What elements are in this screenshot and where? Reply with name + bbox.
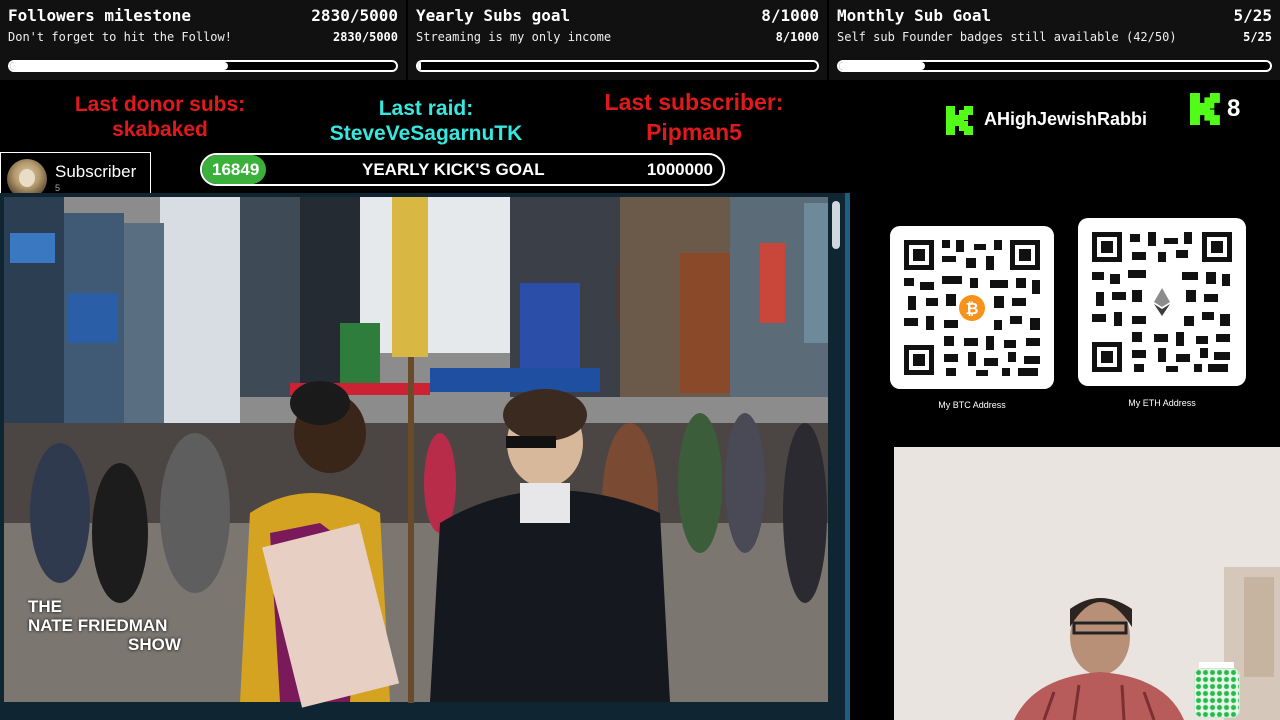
goal-progress-fill (418, 62, 422, 70)
goal-progress-bar (837, 60, 1272, 72)
subscriber-count: 5 (55, 183, 61, 193)
goal-count-secondary: 2830/5000 (332, 30, 398, 44)
video-watermark: THE NATE FRIEDMAN SHOW (28, 597, 181, 654)
goal-count-secondary: 5/25 (1243, 30, 1272, 44)
goal-title: Followers milestone (8, 6, 192, 25)
channel-name: AHighJewishRabbi (984, 109, 1148, 129)
alert-label: Last subscriber: (604, 89, 784, 115)
yearly-subs-goal-panel: Yearly Subs goal 8/1000 Streaming is my … (408, 0, 827, 80)
btc-qr-pattern: ₿ (904, 240, 1040, 376)
watermark-line3: SHOW (128, 635, 181, 654)
goal-subtitle: Streaming is my only income (416, 30, 612, 44)
goal-count: 5/25 (1233, 6, 1272, 25)
alert-name: SteveVeSagarnuTK (329, 122, 523, 145)
kick-goal-target: 1000000 (646, 160, 713, 179)
kick-count: 8 (1227, 95, 1241, 122)
btc-address-label: My BTC Address (938, 400, 1006, 410)
watermark-line2: NATE FRIEDMAN (28, 616, 168, 635)
green-sticker-icon (1194, 668, 1240, 718)
goal-progress-fill (10, 62, 229, 70)
goal-progress-fill (839, 62, 926, 70)
goal-count: 2830/5000 (311, 6, 398, 25)
subscriber-label: Subscriber (55, 162, 137, 181)
goal-subtitle: Self sub Founder badges still available … (837, 30, 1177, 44)
goal-count: 8/1000 (761, 6, 819, 25)
kick-count-logo-icon (1190, 92, 1221, 126)
alert-name: skabaked (112, 118, 208, 141)
yearly-kicks-goal-bar: 16849 YEARLY KICK'S GOAL 1000000 (200, 153, 725, 186)
btc-qr-code: ₿ (890, 226, 1054, 389)
goal-title: Monthly Sub Goal (837, 6, 992, 25)
goal-progress-bar (416, 60, 819, 72)
last-raid-alert: Last raid: SteveVeSagarnuTK (306, 96, 546, 146)
last-subscriber-alert: Last subscriber: Pipman5 (574, 87, 814, 147)
goal-title: Yearly Subs goal (416, 6, 571, 25)
goal-subtitle: Don't forget to hit the Follow! (8, 30, 232, 44)
followers-goal-panel: Followers milestone 2830/5000 Don't forg… (0, 0, 406, 80)
kick-logo-icon (946, 106, 974, 135)
last-donor-alert: Last donor subs: skabaked (40, 92, 280, 142)
eth-qr-pattern (1092, 232, 1232, 372)
watermark-line1: THE (28, 597, 62, 616)
goal-progress-bar (8, 60, 398, 72)
video-right-border (845, 193, 850, 720)
video-scrollbar[interactable] (832, 197, 840, 702)
monthly-sub-goal-panel: Monthly Sub Goal 5/25 Self sub Founder b… (829, 0, 1280, 80)
kick-goal-current: 16849 (212, 160, 260, 179)
svg-text:₿: ₿ (965, 300, 978, 318)
goal-count-secondary: 8/1000 (775, 30, 819, 44)
alert-label: Last donor subs: (74, 93, 246, 116)
kick-goal-label: YEARLY KICK'S GOAL (362, 160, 545, 179)
alert-name: Pipman5 (646, 119, 742, 145)
eth-address-label: My ETH Address (1128, 398, 1196, 408)
video-scrollbar-thumb[interactable] (832, 201, 840, 249)
eth-qr-code (1078, 218, 1246, 386)
webcam-feed (894, 447, 1280, 720)
alert-label: Last raid: (378, 97, 474, 120)
stream-video: THE NATE FRIEDMAN SHOW (0, 193, 850, 720)
